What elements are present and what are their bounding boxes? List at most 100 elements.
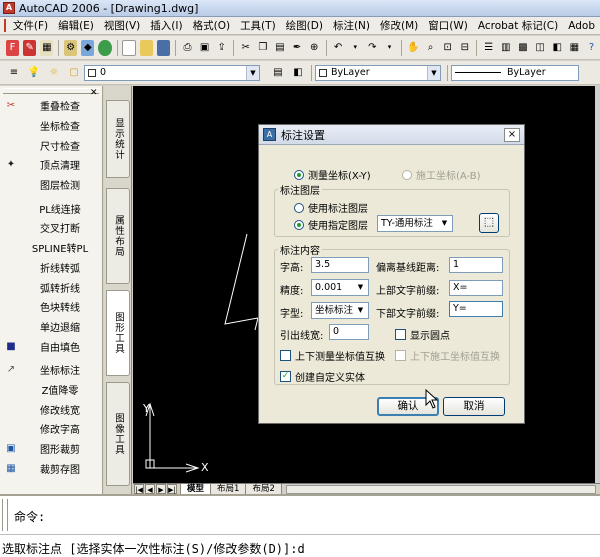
- zoom-previous-icon[interactable]: ⊟: [458, 40, 471, 56]
- menu-acrobat[interactable]: Acrobat 标记(C): [473, 18, 563, 33]
- vtab-graphic-tools[interactable]: 图形工具: [106, 290, 130, 376]
- tool-d-icon[interactable]: ⚙: [64, 39, 78, 56]
- tool-f-icon[interactable]: [98, 39, 112, 56]
- calculator-icon[interactable]: ▦: [568, 40, 581, 56]
- properties-icon[interactable]: ☰: [482, 40, 495, 56]
- undo-dropdown-icon[interactable]: ▾: [349, 40, 362, 56]
- tab-model[interactable]: 模型: [180, 483, 212, 495]
- tool-item[interactable]: 色块转线: [0, 297, 102, 317]
- last-tab-icon[interactable]: ▶|: [167, 484, 177, 494]
- tool-item[interactable]: 弧转折线: [0, 277, 102, 297]
- undo-icon[interactable]: ↶: [332, 40, 345, 56]
- prev-tab-icon[interactable]: ◀: [145, 484, 155, 494]
- command-window[interactable]: 命令: 选取标注点 [选择实体一次性标注(S)/修改参数(D)]:d: [0, 494, 600, 557]
- menu-tools[interactable]: 工具(T): [235, 18, 281, 33]
- command-grip[interactable]: [2, 499, 8, 531]
- tool-item[interactable]: ✦ 顶点清理: [0, 155, 102, 175]
- zoom-icon[interactable]: ⌕: [424, 40, 437, 56]
- document-icon[interactable]: [4, 19, 6, 32]
- copy-icon[interactable]: ❐: [256, 40, 269, 56]
- tab-layout1[interactable]: 布局1: [210, 483, 247, 495]
- offset-input[interactable]: 1: [449, 257, 503, 273]
- menu-modify[interactable]: 修改(M): [375, 18, 423, 33]
- zoom-window-icon[interactable]: ⊡: [441, 40, 454, 56]
- make-current-layer-icon[interactable]: ▤: [270, 65, 286, 81]
- tool-item[interactable]: 交叉打断: [0, 218, 102, 238]
- lineweight-dropdown[interactable]: ByLayer: [451, 64, 579, 81]
- tool-item[interactable]: ■ 自由填色: [0, 336, 102, 356]
- cancel-button[interactable]: 取消: [443, 397, 505, 416]
- design-center-icon[interactable]: ▥: [499, 40, 512, 56]
- menu-insert[interactable]: 插入(I): [145, 18, 187, 33]
- tool-palettes-icon[interactable]: ▩: [516, 40, 529, 56]
- tool-item[interactable]: Z值降零: [0, 380, 102, 400]
- menu-view[interactable]: 视图(V): [99, 18, 145, 33]
- cut-icon[interactable]: ✂: [239, 40, 252, 56]
- menu-format[interactable]: 格式(O): [188, 18, 235, 33]
- pick-layer-button[interactable]: ⬚: [479, 213, 499, 233]
- menu-file[interactable]: 文件(F): [8, 18, 53, 33]
- tool-item[interactable]: 单边退缩: [0, 317, 102, 337]
- markup-icon[interactable]: ◧: [551, 40, 564, 56]
- vtab-stats[interactable]: 显示统计: [106, 100, 130, 178]
- layer-manager-icon[interactable]: ≡: [6, 65, 22, 81]
- panel-grip[interactable]: [3, 88, 99, 94]
- tab-layout2[interactable]: 布局2: [245, 483, 282, 495]
- preview-icon[interactable]: ▣: [198, 40, 211, 56]
- tool-item[interactable]: PL线连接: [0, 198, 102, 218]
- menu-window[interactable]: 窗口(W): [423, 18, 473, 33]
- radio-use-label-layer[interactable]: 使用标注图层: [294, 200, 368, 215]
- dialog-title-bar[interactable]: A 标注设置: [259, 125, 524, 145]
- tool-a-icon[interactable]: F: [6, 39, 20, 56]
- linetype-dropdown[interactable]: ByLayer ▼: [315, 64, 441, 81]
- font-select[interactable]: 坐标标注 ▼: [311, 302, 369, 319]
- block-icon[interactable]: ⊕: [308, 40, 321, 56]
- match-prop-icon[interactable]: ✒: [290, 40, 303, 56]
- dialog-close-button[interactable]: ×: [504, 128, 520, 142]
- first-tab-icon[interactable]: |◀: [134, 484, 144, 494]
- pan-icon[interactable]: ✋: [407, 40, 420, 56]
- menu-edit[interactable]: 编辑(E): [53, 18, 99, 33]
- tool-b-icon[interactable]: ✎: [23, 39, 37, 56]
- layer-previous-icon[interactable]: ◧: [290, 65, 306, 81]
- tool-item[interactable]: ✂ 重叠检查: [0, 96, 102, 116]
- help-icon[interactable]: ?: [585, 40, 598, 56]
- tool-item[interactable]: 坐标检查: [0, 116, 102, 136]
- command-line[interactable]: 选取标注点 [选择实体一次性标注(S)/修改参数(D)]:d: [2, 540, 305, 557]
- tool-item[interactable]: SPLINE转PL: [0, 238, 102, 258]
- menu-adobe[interactable]: Adob: [563, 20, 600, 32]
- new-file-icon[interactable]: [122, 39, 136, 56]
- layer-dropdown[interactable]: 0 ▼: [84, 64, 260, 81]
- redo-icon[interactable]: ↷: [366, 40, 379, 56]
- leader-width-input[interactable]: 0: [329, 324, 369, 340]
- tool-item[interactable]: 修改线宽: [0, 399, 102, 419]
- close-icon[interactable]: ✕: [90, 88, 98, 98]
- tool-item[interactable]: 尺寸检查: [0, 135, 102, 155]
- tool-e-icon[interactable]: ◆: [81, 39, 95, 56]
- layer-select[interactable]: TY-通用标注 ▼: [377, 215, 453, 232]
- print-icon[interactable]: ⎙: [181, 40, 194, 56]
- menu-draw[interactable]: 绘图(D): [281, 18, 328, 33]
- show-dot-checkbox[interactable]: 显示圆点: [395, 327, 450, 342]
- menu-dimension[interactable]: 标注(N): [328, 18, 375, 33]
- tool-item[interactable]: 修改字高: [0, 419, 102, 439]
- create-entity-checkbox[interactable]: ✓ 创建自定义实体: [280, 369, 365, 384]
- publish-icon[interactable]: ⇪: [215, 40, 228, 56]
- tool-item[interactable]: ▣ 图形裁剪: [0, 439, 102, 459]
- lower-prefix-input[interactable]: Y=: [449, 301, 503, 317]
- swap-measure-checkbox[interactable]: 上下测量坐标值互换: [280, 348, 385, 363]
- open-folder-icon[interactable]: [139, 39, 153, 56]
- radio-measure-coord[interactable]: 测量坐标(X-Y): [294, 167, 371, 182]
- precision-select[interactable]: 0.001 ▼: [311, 279, 369, 296]
- tool-item[interactable]: ▦ 裁剪存图: [0, 458, 102, 478]
- tool-item[interactable]: 折线转弧: [0, 258, 102, 278]
- horizontal-scrollbar[interactable]: [285, 484, 596, 494]
- vtab-image-tools[interactable]: 图像工具: [106, 382, 130, 486]
- next-tab-icon[interactable]: ▶: [156, 484, 166, 494]
- radio-use-specified-layer[interactable]: 使用指定图层: [294, 217, 368, 232]
- vtab-layout[interactable]: 属性布局: [106, 188, 130, 284]
- redo-dropdown-icon[interactable]: ▾: [383, 40, 396, 56]
- upper-prefix-input[interactable]: X=: [449, 280, 503, 296]
- save-icon[interactable]: [156, 39, 171, 56]
- vertical-scrollbar[interactable]: [595, 86, 600, 483]
